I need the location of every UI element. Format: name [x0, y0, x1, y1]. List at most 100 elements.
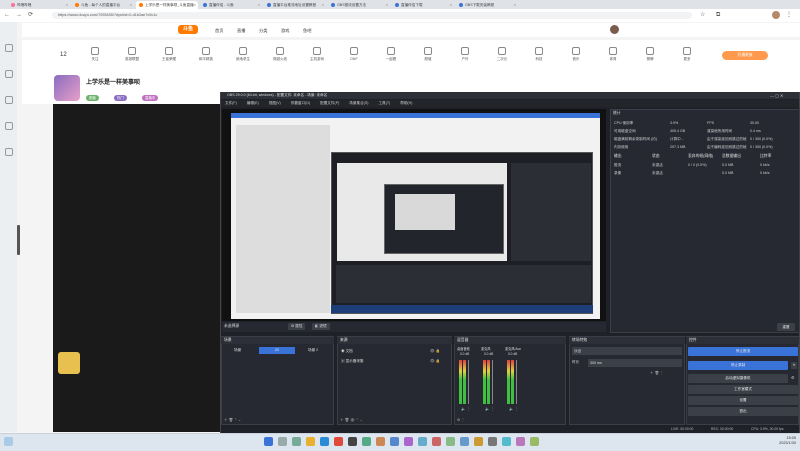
app-icon[interactable]: [418, 437, 427, 446]
tab-close-icon[interactable]: ×: [514, 2, 516, 7]
category-item[interactable]: 王者荣耀: [154, 47, 184, 62]
stop-streaming-button[interactable]: 停止推流: [688, 347, 798, 356]
studio-mode-button[interactable]: 工作室模式: [688, 385, 798, 394]
app-icon[interactable]: [460, 437, 469, 446]
duration-input[interactable]: 300 ms: [588, 359, 682, 367]
app-icon[interactable]: [404, 437, 413, 446]
chrome-icon[interactable]: [334, 437, 343, 446]
edge-icon[interactable]: [320, 437, 329, 446]
browser-tab[interactable]: 直播平台推流地址设置教程 ×: [264, 1, 326, 9]
douyu-nav-link[interactable]: 鱼吧: [303, 28, 311, 34]
scene-item[interactable]: 场景 2: [308, 348, 318, 353]
obs-menu-item[interactable]: 工具(T): [378, 101, 390, 105]
source-visibility-icon[interactable]: 👁 🔒: [430, 349, 440, 353]
streamer-avatar[interactable]: [54, 75, 80, 101]
category-item[interactable]: 棋牌: [635, 47, 665, 62]
category-item[interactable]: 一起看: [376, 47, 406, 62]
volume-fader[interactable]: [468, 360, 469, 404]
reload-icon[interactable]: ⟳: [28, 9, 33, 22]
filters-button[interactable]: ◧ 滤镜: [312, 323, 330, 330]
app-icon[interactable]: [488, 437, 497, 446]
sidebar-follow-icon[interactable]: [3, 70, 14, 79]
browser-tab[interactable]: 直播伴侣 - 斗鱼 ×: [200, 1, 262, 9]
virtual-camera-settings-icon[interactable]: ⚙: [791, 375, 795, 380]
douyu-nav-link[interactable]: 分类: [259, 28, 267, 34]
tab-close-icon[interactable]: ×: [322, 2, 324, 7]
douyu-logo[interactable]: 斗鱼: [178, 25, 198, 34]
app-icon[interactable]: [530, 437, 539, 446]
sidebar-home-icon[interactable]: [3, 44, 14, 53]
category-item[interactable]: 体育: [598, 47, 628, 62]
category-item[interactable]: DNF: [339, 47, 369, 61]
browser-tab[interactable]: OBS推流设置方法 ×: [328, 1, 390, 9]
category-item[interactable]: 科技: [524, 47, 554, 62]
category-item[interactable]: 穿越火线: [265, 47, 295, 62]
category-item[interactable]: 音乐: [561, 47, 591, 62]
scene-item-selected[interactable]: 2D: [259, 347, 295, 354]
app-icon[interactable]: [446, 437, 455, 446]
browser-tab[interactable]: 斗鱼 - 每个人的直播平台 ×: [72, 1, 134, 9]
scene-item[interactable]: 场景: [234, 348, 241, 353]
obs-menu-item[interactable]: 视图(V): [269, 101, 281, 105]
tab-close-icon[interactable]: ×: [130, 2, 132, 7]
sidebar-game-icon[interactable]: [3, 148, 14, 157]
properties-button[interactable]: ⚙ 属性: [288, 323, 306, 330]
sidebar-video-icon[interactable]: [3, 122, 14, 131]
browser-tab[interactable]: OBS下载安装教程 ×: [456, 1, 518, 9]
obs-menu-item[interactable]: 帮助(H): [400, 101, 412, 105]
window-controls[interactable]: — ▢ ✕: [770, 93, 783, 98]
task-view-icon[interactable]: [292, 437, 301, 446]
user-avatar[interactable]: [610, 25, 619, 34]
browser-tab[interactable]: 直播伴侣下载 ×: [392, 1, 454, 9]
app-icon[interactable]: [432, 437, 441, 446]
file-explorer-icon[interactable]: [306, 437, 315, 446]
volume-fader[interactable]: [492, 360, 493, 404]
source-item[interactable]: ▣ 显示器采集: [341, 359, 364, 364]
category-item[interactable]: 关注: [80, 47, 110, 62]
obs-menu-item[interactable]: 停靠窗口(D): [291, 101, 310, 105]
mute-icon[interactable]: 🔈 ⋮: [485, 407, 494, 411]
category-item[interactable]: 主机游戏: [302, 47, 332, 62]
weather-widget-icon[interactable]: [4, 437, 13, 446]
douyu-nav-link[interactable]: 首页: [215, 28, 223, 34]
app-icon[interactable]: [390, 437, 399, 446]
menu-icon[interactable]: ⋮: [786, 9, 792, 22]
browser-tab[interactable]: 哔哩哔哩 ×: [8, 1, 70, 9]
category-item[interactable]: 二次元: [487, 47, 517, 62]
source-item[interactable]: ◉ 文档: [341, 349, 353, 354]
category-item[interactable]: 绝地求生: [228, 47, 258, 62]
system-clock[interactable]: 15:05 2023/1/30: [779, 436, 796, 446]
obs-menu-item[interactable]: 编辑(E): [247, 101, 259, 105]
transition-select[interactable]: 淡出: [572, 347, 682, 355]
start-icon[interactable]: [264, 437, 273, 446]
video-player[interactable]: [53, 104, 221, 432]
transition-add-icon[interactable]: ＋ 🗑 ⋮: [650, 371, 664, 376]
app-icon[interactable]: [376, 437, 385, 446]
exit-button[interactable]: 退出: [688, 407, 798, 416]
obs-menu-item[interactable]: 配置文件(P): [320, 101, 339, 105]
tab-close-icon[interactable]: ×: [386, 2, 388, 7]
profile-avatar[interactable]: [772, 11, 780, 19]
stop-recording-button[interactable]: 停止录制: [688, 361, 788, 370]
star-icon[interactable]: ☆: [700, 9, 705, 22]
source-add-icon[interactable]: ＋ 🗑 ⚙ ⌃ ⌄: [340, 418, 363, 423]
obs-menu-item[interactable]: 文件(F): [225, 101, 237, 105]
settings-button[interactable]: 设置: [688, 396, 798, 405]
douyu-nav-link[interactable]: 游戏: [281, 28, 289, 34]
sidebar-history-icon[interactable]: [3, 96, 14, 105]
tab-close-icon[interactable]: ×: [66, 2, 68, 7]
obs-menu-item[interactable]: 场景集合(S): [349, 101, 368, 105]
promo-button[interactable]: 开通贵族: [722, 51, 768, 60]
tab-close-icon[interactable]: ×: [258, 2, 260, 7]
search-icon[interactable]: [278, 437, 287, 446]
category-item[interactable]: 户外: [450, 47, 480, 62]
category-item[interactable]: 更多: [672, 47, 702, 62]
pause-icon[interactable]: ⏸: [791, 362, 797, 369]
mixer-settings-icon[interactable]: ⚙ ⋮: [457, 418, 465, 422]
volume-fader[interactable]: [516, 360, 517, 404]
douyu-nav-link[interactable]: 直播: [237, 28, 245, 34]
category-item[interactable]: 颜值: [413, 47, 443, 62]
back-icon[interactable]: ←: [4, 9, 10, 22]
source-visibility-icon[interactable]: 👁 🔒: [430, 359, 440, 363]
mute-icon[interactable]: 🔈 ⋮: [461, 407, 470, 411]
